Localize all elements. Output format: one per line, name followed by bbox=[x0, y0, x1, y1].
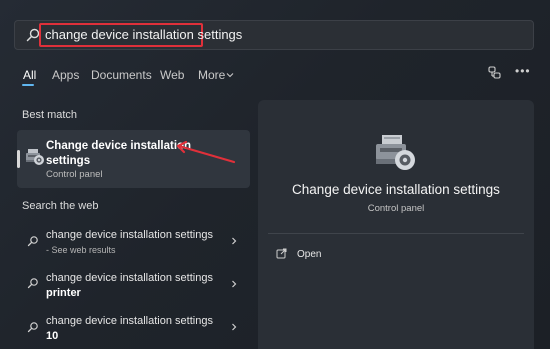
search-icon bbox=[27, 236, 38, 247]
search-bar[interactable]: change device installation settings bbox=[14, 20, 534, 50]
web-result-3-query: change device installation settings bbox=[46, 315, 213, 327]
tab-web[interactable]: Web bbox=[160, 68, 184, 82]
tab-more[interactable]: More bbox=[198, 68, 225, 82]
web-result-3-suffix: 10 bbox=[46, 330, 59, 342]
active-tab-indicator bbox=[22, 84, 34, 86]
annotation-arrow-icon bbox=[176, 140, 236, 164]
share-icon[interactable] bbox=[488, 66, 502, 80]
tab-apps[interactable]: Apps bbox=[52, 68, 79, 82]
web-result-1-sub: - See web results bbox=[46, 245, 116, 255]
best-match-subtitle: Control panel bbox=[46, 169, 103, 180]
web-result-2-suffix: printer bbox=[46, 287, 81, 299]
device-installation-icon bbox=[26, 149, 44, 165]
web-result-2-query: change device installation settings bbox=[46, 272, 213, 284]
device-installation-icon bbox=[376, 135, 415, 170]
more-options-icon[interactable]: ••• bbox=[515, 64, 531, 78]
chevron-down-icon[interactable] bbox=[226, 71, 234, 79]
open-action[interactable]: Open bbox=[297, 249, 321, 260]
chevron-right-icon bbox=[232, 280, 237, 288]
search-icon bbox=[27, 322, 38, 333]
chevron-right-icon bbox=[232, 323, 237, 331]
preview-subtitle: Control panel bbox=[367, 203, 425, 214]
search-icon bbox=[27, 278, 38, 289]
tab-documents[interactable]: Documents bbox=[91, 68, 152, 82]
preview-title: Change device installation settings bbox=[292, 182, 500, 197]
web-result-3-text: change device installation settings 10 bbox=[46, 314, 213, 344]
search-input[interactable]: change device installation settings bbox=[45, 27, 242, 42]
divider bbox=[268, 233, 524, 234]
tab-all[interactable]: All bbox=[23, 68, 36, 82]
web-result-2-text: change device installation settings prin… bbox=[46, 271, 213, 301]
open-external-icon[interactable] bbox=[276, 248, 287, 259]
chevron-right-icon bbox=[232, 237, 237, 245]
web-result-1-query: change device installation settings bbox=[46, 229, 213, 241]
selection-indicator bbox=[17, 150, 20, 168]
best-match-heading: Best match bbox=[22, 109, 78, 121]
web-result-1-text: change device installation settings - Se… bbox=[46, 228, 213, 258]
search-web-heading: Search the web bbox=[22, 200, 99, 212]
